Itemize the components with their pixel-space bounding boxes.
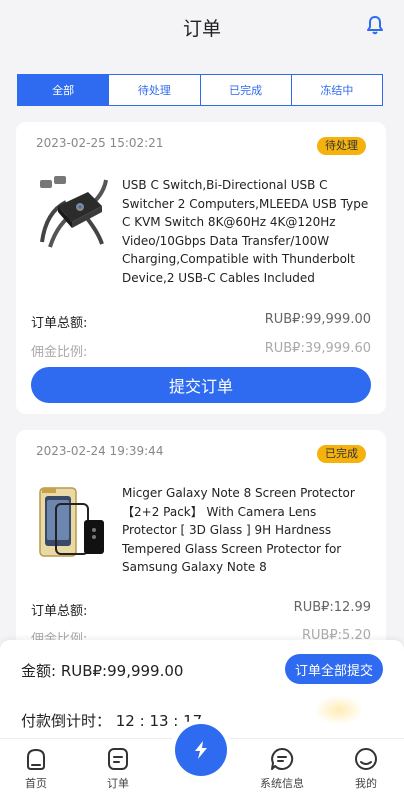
decorative-glow	[314, 695, 364, 725]
payment-countdown: 付款倒计时： 12 : 13 : 17	[21, 712, 203, 730]
commission-value: RUB₽:39,999.60	[264, 341, 371, 356]
product-description: USB C Switch,Bi-Directional USB C Switch…	[122, 178, 369, 285]
order-time: 2023-02-25 15:02:21	[36, 136, 164, 150]
commission-label: 佣金比例:	[31, 345, 88, 360]
tab-completed[interactable]: 已完成	[201, 75, 292, 105]
order-total-label: 订单总额:	[31, 316, 88, 331]
home-icon	[27, 748, 45, 770]
tabbar-item-home[interactable]: 首页	[6, 747, 66, 791]
tab-all[interactable]: 全部	[18, 75, 110, 105]
tabbar-item-profile[interactable]: 我的	[336, 747, 396, 791]
submit-all-orders-button[interactable]: 订单全部提交	[284, 654, 383, 684]
lightning-icon	[195, 741, 207, 759]
status-badge: 已完成	[317, 445, 366, 463]
tabbar-label: 首页	[25, 777, 47, 790]
page-title: 订单	[182, 18, 221, 40]
profile-icon	[355, 748, 377, 770]
product-description: Micger Galaxy Note 8 Screen Protector 【2…	[122, 486, 355, 574]
screen-protector-product-image	[36, 484, 108, 564]
status-badge: 待处理	[317, 137, 366, 155]
tabbar-label: 我的	[355, 777, 377, 790]
tab-pending[interactable]: 待处理	[109, 75, 201, 105]
header-bar: 订单	[0, 0, 404, 52]
order-time: 2023-02-24 19:39:44	[36, 444, 164, 458]
order-total-value: RUB₽:12.99	[293, 600, 371, 615]
tabbar-label: 系统信息	[260, 777, 304, 790]
total-amount: 金额: RUB₽:99,999.00	[21, 662, 184, 680]
tabbar-item-system-info[interactable]: 系统信息	[252, 747, 312, 791]
usb-switch-product-image	[36, 172, 108, 252]
center-action-button[interactable]	[175, 724, 227, 776]
tab-frozen[interactable]: 冻结中	[292, 75, 382, 105]
order-filter-tabs: 全部 待处理 已完成 冻结中	[17, 74, 383, 106]
order-total-value: RUB₽:99,999.00	[264, 312, 371, 327]
message-icon	[271, 747, 294, 770]
bell-icon[interactable]	[366, 15, 384, 35]
order-card: 2023-02-25 15:02:21 待处理 USB C Switch,Bi-…	[16, 122, 386, 414]
tabbar-label: 订单	[107, 777, 129, 790]
tabbar-item-orders[interactable]: 订单	[88, 747, 148, 791]
order-total-label: 订单总额:	[31, 604, 88, 619]
submit-order-button[interactable]: 提交订单	[31, 367, 371, 403]
order-card: 2023-02-24 19:39:44 已完成 Micger Galaxy No…	[16, 430, 386, 670]
order-icon	[108, 748, 128, 770]
